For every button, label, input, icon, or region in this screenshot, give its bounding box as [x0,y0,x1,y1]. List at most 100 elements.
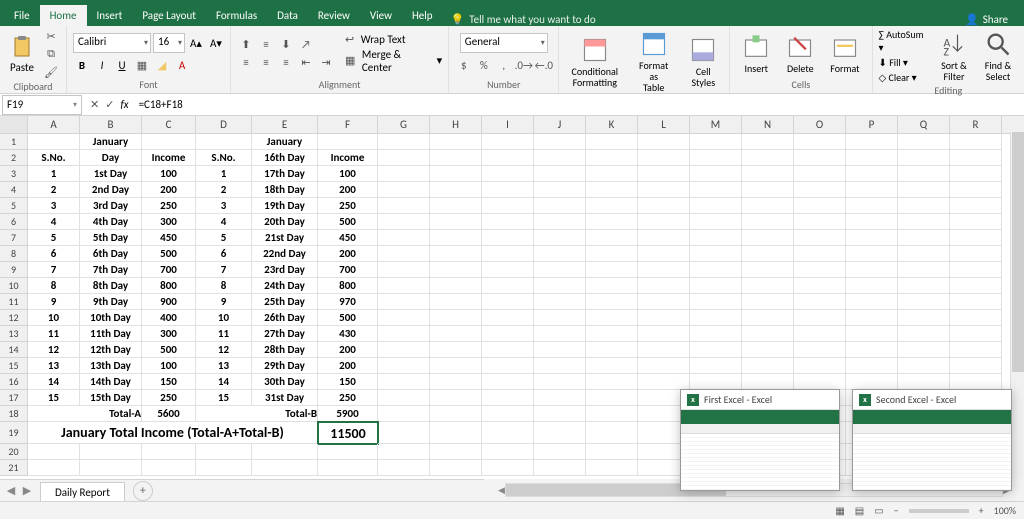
cell[interactable]: 6th Day [80,246,142,262]
cell[interactable] [950,246,1002,262]
cell[interactable] [846,166,898,182]
cell[interactable] [586,182,638,198]
cell[interactable]: 6 [28,246,80,262]
cell[interactable]: 5th Day [80,230,142,246]
cell[interactable] [898,294,950,310]
cell[interactable] [378,278,430,294]
cell[interactable] [742,230,794,246]
cell[interactable]: 700 [142,262,196,278]
cell[interactable] [742,374,794,390]
cell[interactable]: 31st Day [252,390,318,406]
cell[interactable] [794,326,846,342]
cell[interactable] [950,310,1002,326]
cell[interactable] [638,150,690,166]
col-header-O[interactable]: O [794,116,846,133]
window-preview-1[interactable]: xFirst Excel - Excel [680,389,840,491]
cell[interactable] [378,294,430,310]
cell[interactable] [638,214,690,230]
cell[interactable] [794,294,846,310]
cell[interactable] [794,358,846,374]
cell[interactable] [586,390,638,406]
autosum-button[interactable]: ∑ AutoSum ▾ [879,28,930,54]
cell[interactable] [794,342,846,358]
cell[interactable] [690,198,742,214]
cell[interactable] [846,198,898,214]
tab-insert[interactable]: Insert [87,5,133,26]
zoom-out-button[interactable]: − [894,504,899,517]
cell[interactable] [28,460,80,476]
font-name-select[interactable]: Calibri▾ [73,33,151,53]
cell[interactable] [950,262,1002,278]
tab-help[interactable]: Help [402,5,443,26]
row-header[interactable]: 7 [0,230,28,246]
cell[interactable]: 18th Day [252,182,318,198]
cell[interactable]: 100 [318,166,378,182]
number-format-select[interactable]: General▾ [460,33,548,53]
format-cells-button[interactable]: Format [824,31,865,76]
cell[interactable] [586,444,638,460]
cell[interactable]: 10 [196,310,252,326]
cell[interactable] [690,150,742,166]
cell[interactable] [742,294,794,310]
cell[interactable]: 13 [196,358,252,374]
cell[interactable] [430,422,482,444]
cell[interactable] [534,422,586,444]
share-button[interactable]: 👤 Share [965,13,1008,26]
cell[interactable] [586,214,638,230]
cell[interactable]: 500 [142,246,196,262]
cell[interactable] [950,342,1002,358]
cell[interactable] [846,278,898,294]
cell[interactable] [378,166,430,182]
row-header[interactable]: 9 [0,262,28,278]
window-preview-2[interactable]: xSecond Excel - Excel [852,389,1012,491]
cell[interactable] [898,150,950,166]
cell[interactable]: 3 [196,198,252,214]
align-middle-button[interactable]: ≡ [257,36,275,52]
select-all-button[interactable] [0,116,28,133]
cell[interactable] [482,326,534,342]
cell[interactable]: 8 [196,278,252,294]
tab-page-layout[interactable]: Page Layout [132,5,206,26]
cell[interactable] [586,310,638,326]
fx-icon[interactable]: fx [120,98,128,111]
cell[interactable] [430,166,482,182]
tab-home[interactable]: Home [40,5,87,26]
cell[interactable]: Total-A [28,406,142,422]
cell[interactable] [898,342,950,358]
tab-formulas[interactable]: Formulas [206,5,267,26]
cell[interactable]: 250 [142,198,196,214]
cell[interactable] [534,166,586,182]
cell[interactable] [690,214,742,230]
col-header-F[interactable]: F [318,116,378,133]
cell[interactable] [430,262,482,278]
cell[interactable] [638,246,690,262]
cell[interactable] [378,390,430,406]
align-left-button[interactable]: ≡ [237,54,255,70]
cell[interactable] [794,198,846,214]
row-header[interactable]: 18 [0,406,28,422]
format-as-table-button[interactable]: Format as Table [628,28,679,95]
cell[interactable]: 11 [28,326,80,342]
cell[interactable] [846,358,898,374]
cell[interactable] [690,358,742,374]
cell[interactable]: 5600 [142,406,196,422]
cell[interactable] [28,134,80,150]
percent-button[interactable]: % [475,57,493,73]
cell[interactable]: 970 [318,294,378,310]
cell[interactable] [534,310,586,326]
col-header-C[interactable]: C [142,116,196,133]
cell[interactable] [950,166,1002,182]
cell[interactable]: 8th Day [80,278,142,294]
tab-data[interactable]: Data [267,5,308,26]
cell[interactable]: 23rd Day [252,262,318,278]
row-header[interactable]: 4 [0,182,28,198]
cell[interactable]: Income [142,150,196,166]
cell[interactable] [534,198,586,214]
cell[interactable] [586,198,638,214]
cell[interactable] [534,214,586,230]
cell[interactable]: 250 [142,390,196,406]
row-header[interactable]: 20 [0,444,28,460]
cell[interactable] [196,134,252,150]
cell[interactable] [742,166,794,182]
cell[interactable]: 22nd Day [252,246,318,262]
